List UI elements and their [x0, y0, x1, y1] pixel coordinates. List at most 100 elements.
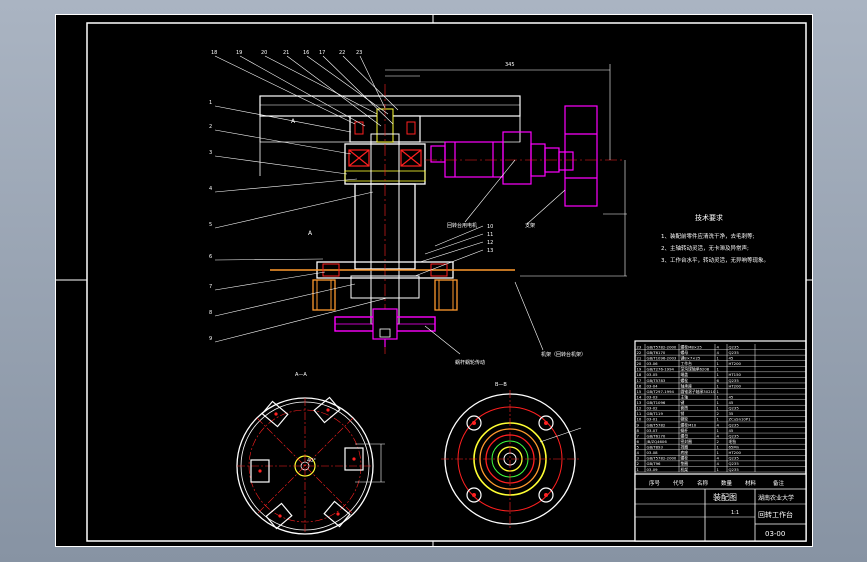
- parts-list-cell: GB/T1096: [647, 400, 666, 405]
- parts-list-cell: 蜗杆: [681, 428, 689, 433]
- parts-list-cell: GB/T893: [647, 445, 664, 450]
- parts-list-cell: 毛毡: [729, 439, 737, 444]
- parts-list-cell: Q235: [729, 461, 740, 466]
- parts-list-cell: 销: [681, 411, 685, 416]
- parts-list-cell: 03-05: [647, 372, 659, 377]
- parts-list-cell: 9: [637, 422, 640, 427]
- parts-list-cell: 1: [717, 428, 720, 433]
- parts-list-cell: 1: [717, 406, 720, 411]
- parts-list-cell: 03-08: [647, 450, 659, 455]
- svg-text:3: 3: [209, 150, 212, 156]
- scale-value: 1:1: [731, 510, 739, 516]
- parts-list-cell: 1: [717, 367, 720, 372]
- tech-item-1: 1、装配前零件应清洗干净，去毛刺等;: [661, 232, 755, 240]
- svg-text:备注: 备注: [773, 479, 785, 487]
- parts-list-cell: 主轴: [681, 394, 689, 399]
- svg-text:13: 13: [487, 248, 493, 254]
- parts-list-cell: 21: [637, 355, 642, 360]
- svg-text:17: 17: [319, 50, 325, 56]
- parts-list-cell: 套筒: [681, 406, 689, 411]
- svg-text:21: 21: [283, 50, 289, 56]
- parts-list-cell: 1: [717, 394, 720, 399]
- parts-list-cell: 03-07: [647, 428, 659, 433]
- parts-list-cell: 6: [717, 378, 720, 383]
- parts-list-cell: 4: [717, 350, 720, 355]
- parts-list-cell: HT150: [729, 372, 742, 377]
- parts-list-cell: GB/T6170: [647, 433, 666, 438]
- parts-list-cell: 1: [717, 355, 720, 360]
- parts-list-cell: 4: [717, 422, 720, 427]
- parts-list-cell: 深沟球轴承6208: [681, 367, 710, 372]
- parts-list-cell: GB/T5782-2000: [647, 344, 677, 349]
- parts-list-cell: 挡圈: [681, 445, 689, 450]
- drawing-sheet: 345 A A 18 19 20 21 16 17 22 23 1 2 3 4 …: [55, 14, 813, 547]
- svg-text:8: 8: [209, 310, 212, 316]
- svg-text:6: 6: [209, 254, 212, 260]
- section-b-label: B—B: [495, 382, 507, 388]
- parts-list-cell: 2: [717, 439, 720, 444]
- product-name: 回转工作台: [758, 510, 793, 519]
- parts-list-cell: 1: [717, 372, 720, 377]
- top-dimension: 345: [505, 62, 515, 68]
- parts-list-cell: 14: [637, 394, 642, 399]
- parts-list-cell: 35: [729, 411, 734, 416]
- parts-list-cell: 键8×7×25: [681, 355, 701, 360]
- parts-list-cell: 11: [637, 411, 642, 416]
- parts-list-cell: 6: [637, 439, 640, 444]
- parts-list-cell: Q235: [729, 350, 740, 355]
- parts-list-cell: 20: [637, 361, 642, 366]
- parts-list-cell: GB/T5782-2000: [647, 456, 677, 461]
- parts-list-cell: GB/T6170: [647, 350, 666, 355]
- parts-list-cell: 螺母: [681, 350, 689, 355]
- parts-list-cell: 13: [637, 400, 642, 405]
- parts-list-cell: 螺栓M8×25: [681, 344, 703, 349]
- parts-list-cell: 螺母: [681, 433, 689, 438]
- parts-list-cell: 23: [637, 344, 642, 349]
- parts-list-cell: 密封圈: [681, 439, 693, 444]
- parts-list-cell: 螺栓: [681, 456, 689, 461]
- parts-list-cell: GB/T276-1994: [647, 367, 675, 372]
- svg-text:18: 18: [211, 50, 217, 56]
- parts-list-cell: 圆锥滚子轴承30210: [681, 389, 716, 394]
- svg-text:7: 7: [209, 284, 212, 290]
- tech-item-3: 3、工作台水平，转动灵活，无异响等现象。: [661, 256, 769, 264]
- parts-list-cell: JB/ZQ4606: [646, 439, 668, 444]
- parts-list-cell: 03-09: [647, 467, 659, 472]
- svg-text:12: 12: [487, 240, 493, 246]
- motor-label: 回转台用电机: [447, 222, 477, 229]
- tech-item-2: 2、主轴转动灵活，无卡滞及异常声;: [661, 244, 749, 252]
- parts-list-cell: 1: [637, 467, 640, 472]
- svg-text:4: 4: [209, 186, 212, 192]
- svg-text:数量: 数量: [721, 479, 733, 487]
- parts-list-cell: Q235: [729, 422, 740, 427]
- parts-list-cell: 端盖: [681, 372, 689, 377]
- parts-list-cell: 1: [717, 383, 720, 388]
- svg-text:20: 20: [261, 50, 267, 56]
- parts-list-cell: GB/T5782: [647, 422, 666, 427]
- parts-list-cell: Q235: [729, 456, 740, 461]
- parts-list-cell: 45: [729, 400, 734, 405]
- parts-list-cell: GB/T297-1994: [647, 389, 675, 394]
- parts-list-cell: 18: [637, 372, 642, 377]
- parts-list-cell: 垫圈: [681, 461, 689, 466]
- parts-list-cell: 1: [717, 361, 720, 366]
- bracket-label: 支架: [525, 222, 535, 229]
- parts-list-cell: 3: [637, 456, 640, 461]
- assembly-drawing: 345 A A 18 19 20 21 16 17 22 23 1 2 3 4 …: [55, 14, 813, 547]
- svg-text:22: 22: [339, 50, 345, 56]
- parts-list-cell: Q235: [729, 433, 740, 438]
- left-leg: [312, 279, 336, 311]
- parts-list-cell: 03-01: [647, 417, 659, 422]
- parts-list-cell: ZCuSn10P1: [729, 417, 752, 422]
- svg-text:5: 5: [209, 222, 212, 228]
- inner-frame: [86, 22, 807, 542]
- parts-list-cell: 4: [637, 450, 640, 455]
- parts-list-cell: Q235: [729, 406, 740, 411]
- parts-list-cell: 03-03: [647, 394, 659, 399]
- motor-flywheel: [564, 105, 598, 207]
- school-name: 湖南农业大学: [758, 494, 794, 502]
- parts-list-cell: Q235: [729, 378, 740, 383]
- parts-list-cell: 4: [717, 433, 720, 438]
- parts-list-cell: 1: [717, 417, 720, 422]
- svg-text:1: 1: [209, 100, 212, 106]
